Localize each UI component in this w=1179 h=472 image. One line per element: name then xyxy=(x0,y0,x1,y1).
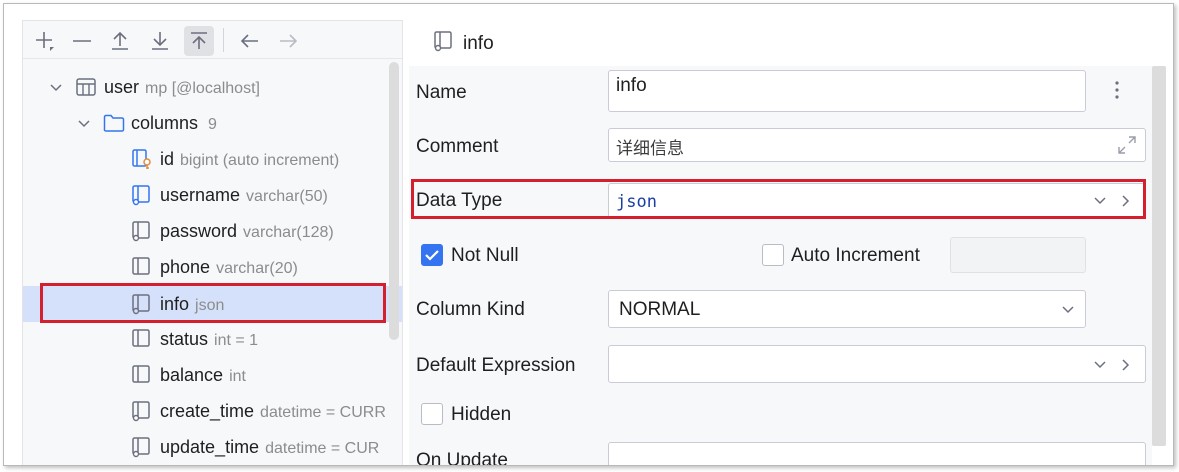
editor-header: info xyxy=(433,30,494,58)
chevron-down-icon[interactable] xyxy=(1061,302,1075,321)
remove-icon[interactable] xyxy=(67,26,97,56)
auto-increment-checkbox[interactable] xyxy=(762,244,784,266)
hidden-checkbox[interactable] xyxy=(421,403,443,425)
column-kind-select[interactable]: NORMAL xyxy=(608,290,1086,328)
on-update-input[interactable] xyxy=(608,442,1146,465)
back-arrow-icon[interactable] xyxy=(235,26,265,56)
table-meta: mp [@localhost] xyxy=(145,79,260,97)
tree-item-column-create-time[interactable]: create_time datetime = CURR xyxy=(23,394,402,428)
column-name: update_time xyxy=(160,436,260,457)
column-name: balance xyxy=(160,364,224,385)
comment-input[interactable]: 详细信息 xyxy=(608,128,1146,162)
tree-item-columns-folder[interactable]: columns 9 xyxy=(23,106,402,140)
move-up-icon[interactable] xyxy=(105,26,135,56)
column-name: username xyxy=(160,184,241,205)
primary-key-column-icon xyxy=(131,148,153,170)
column-type: int xyxy=(229,367,246,385)
chevron-right-icon[interactable] xyxy=(1119,357,1133,376)
column-properties-form: Name info Comment 详细信息 Data Type json No… xyxy=(409,66,1152,466)
tree-scrollbar[interactable] xyxy=(389,62,399,340)
column-icon xyxy=(131,328,153,350)
more-options-icon[interactable] xyxy=(1113,80,1121,104)
column-name: create_time xyxy=(160,400,255,421)
column-type: int = 1 xyxy=(214,331,259,349)
window-frame: user mp [@localhost] columns 9 id bigint (a… xyxy=(3,3,1174,466)
column-icon xyxy=(131,184,153,206)
default-expression-combobox[interactable] xyxy=(608,345,1146,383)
column-type: datetime = CUR xyxy=(265,439,380,457)
expand-icon[interactable] xyxy=(1117,135,1137,159)
column-kind-label: Column Kind xyxy=(416,299,525,320)
tree-item-column-update-time[interactable]: update_time datetime = CUR xyxy=(23,430,402,464)
columns-count: 9 xyxy=(208,115,217,133)
editor-scrollbar[interactable] xyxy=(1152,66,1166,446)
column-type: varchar(128) xyxy=(243,223,334,241)
name-input[interactable]: info xyxy=(608,70,1086,112)
tree-item-column-id[interactable]: id bigint (auto increment) xyxy=(23,142,402,176)
table-name: user xyxy=(104,76,140,97)
chevron-down-icon[interactable] xyxy=(77,116,91,130)
tree-item-column-phone[interactable]: phone varchar(20) xyxy=(23,250,402,284)
column-icon xyxy=(131,364,153,386)
column-icon xyxy=(131,256,153,278)
table-icon xyxy=(75,76,97,98)
columns-folder-name: columns xyxy=(131,112,199,133)
column-editor-panel: info Name info Comment 详细信息 Data Type js… xyxy=(409,20,1169,466)
column-icon xyxy=(433,30,455,58)
tree-item-column-status[interactable]: status int = 1 xyxy=(23,322,402,356)
chevron-down-icon[interactable] xyxy=(49,80,63,94)
auto-increment-label: Auto Increment xyxy=(791,245,920,266)
column-type: varchar(20) xyxy=(216,259,298,277)
not-null-checkbox[interactable] xyxy=(421,244,443,266)
comment-label: Comment xyxy=(416,136,499,157)
move-down-icon[interactable] xyxy=(145,26,175,56)
default-expression-label: Default Expression xyxy=(416,355,576,376)
highlight-box-selected-column xyxy=(40,283,386,323)
hidden-label: Hidden xyxy=(451,404,512,425)
tree-item-column-password[interactable]: password varchar(128) xyxy=(23,214,402,248)
database-tree-panel: user mp [@localhost] columns 9 id bigint (a… xyxy=(22,20,403,465)
comment-input-value: 详细信息 xyxy=(616,139,684,159)
tree-toolbar xyxy=(23,21,402,59)
auto-increment-start-input xyxy=(950,237,1086,273)
schema-tree: user mp [@localhost] columns 9 id bigint (a… xyxy=(23,61,402,465)
name-label: Name xyxy=(416,82,467,103)
checkmark-icon xyxy=(425,250,439,261)
column-kind-value: NORMAL xyxy=(619,299,701,320)
highlight-box-data-type xyxy=(411,179,1146,219)
column-icon xyxy=(131,436,153,458)
tree-item-column-balance[interactable]: balance int xyxy=(23,358,402,392)
column-name: id xyxy=(160,148,175,169)
column-type: varchar(50) xyxy=(246,187,328,205)
column-name: password xyxy=(160,220,238,241)
move-top-icon[interactable] xyxy=(184,26,214,56)
column-type: bigint (auto increment) xyxy=(180,151,340,169)
name-input-value: info xyxy=(616,75,647,96)
add-icon[interactable] xyxy=(29,26,59,56)
column-name: phone xyxy=(160,256,211,277)
column-name: status xyxy=(160,328,209,349)
on-update-label: On Update xyxy=(416,450,508,466)
not-null-label: Not Null xyxy=(451,245,519,266)
toolbar-separator xyxy=(223,28,224,52)
folder-icon xyxy=(103,112,125,134)
editor-title: info xyxy=(463,33,494,54)
chevron-down-icon[interactable] xyxy=(1093,357,1107,376)
column-type: datetime = CURR xyxy=(260,403,386,421)
column-icon xyxy=(131,220,153,242)
forward-arrow-icon[interactable] xyxy=(273,26,303,56)
tree-item-table-user[interactable]: user mp [@localhost] xyxy=(23,70,402,104)
tree-item-column-username[interactable]: username varchar(50) xyxy=(23,178,402,212)
column-icon xyxy=(131,400,153,422)
